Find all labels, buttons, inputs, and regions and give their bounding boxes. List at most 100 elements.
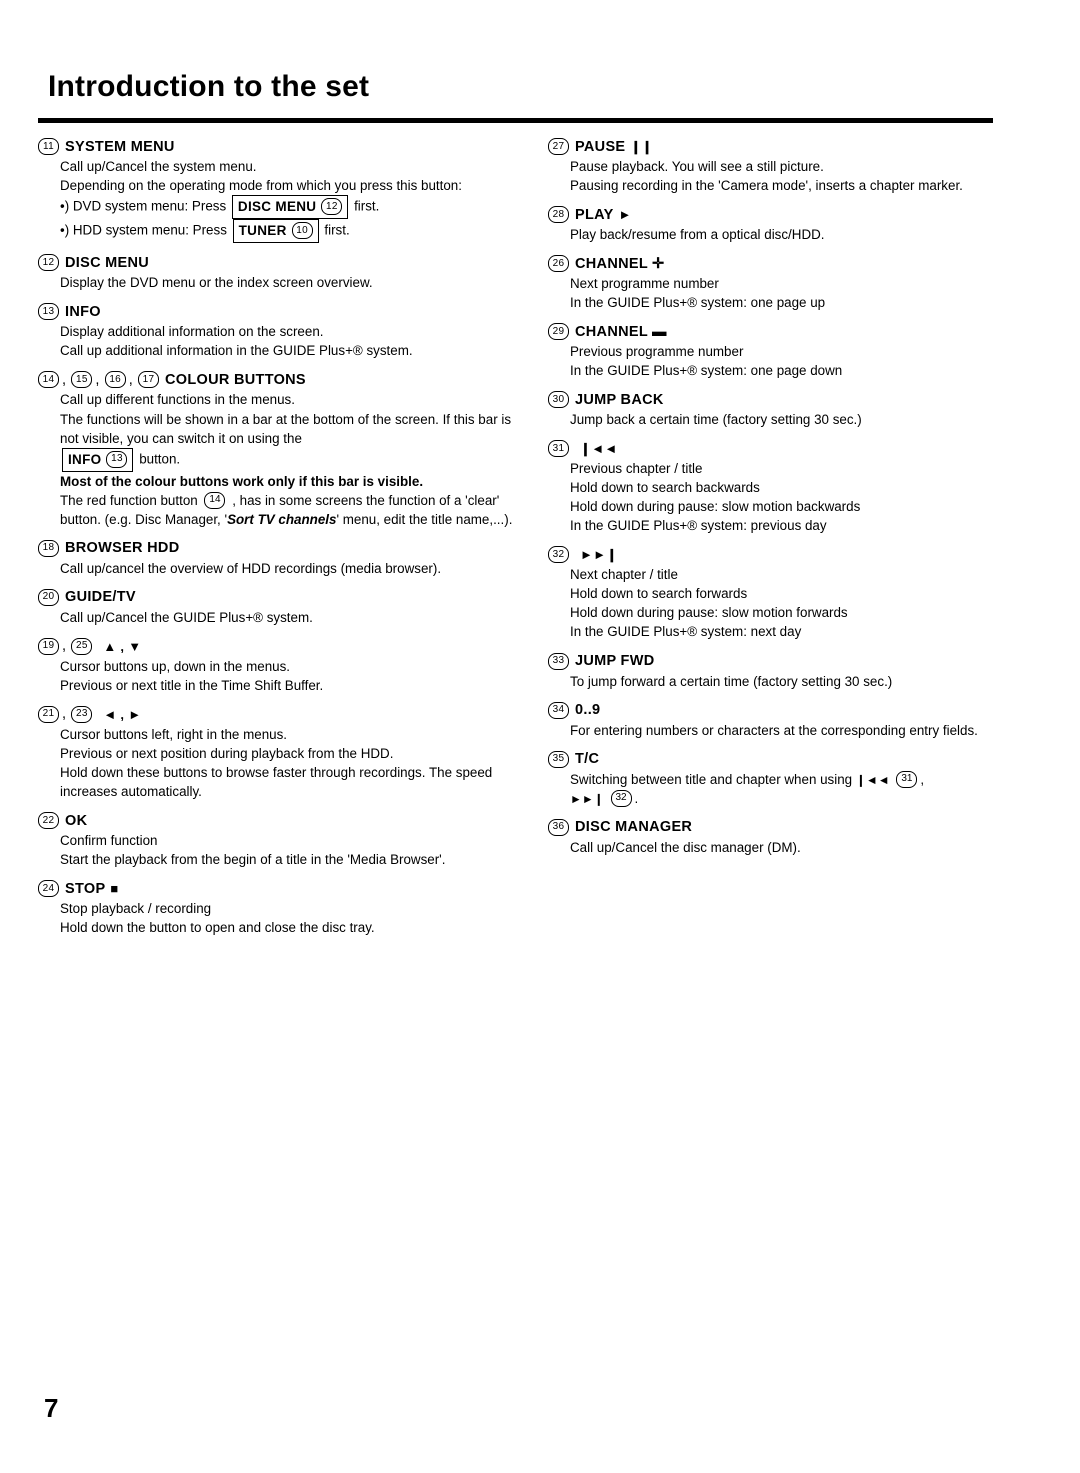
skip-forward-icon: ►►❙	[570, 791, 604, 806]
body-line: Call up/Cancel the GUIDE Plus+® system.	[60, 609, 313, 625]
body-line: Hold down during pause: slow motion back…	[570, 499, 861, 515]
bullet-suffix: first.	[354, 198, 380, 214]
content-columns: 11 SYSTEM MENU Call up/Cancel the system…	[38, 138, 1038, 948]
arrow-up-down-icon: ▲ , ▼	[103, 638, 142, 654]
separator: ,	[95, 371, 100, 388]
body-line: Cursor buttons up, down in the menus.	[60, 658, 291, 674]
entry-label: PAUSE	[575, 138, 626, 155]
entry-body: To jump forward a certain time (factory …	[548, 672, 1026, 691]
body-line: Display additional information on the sc…	[60, 324, 324, 340]
callout-number: 32	[610, 789, 632, 807]
entry-label: STOP	[65, 880, 106, 897]
entry-heading: 21 , 23 ◄ , ►	[38, 705, 516, 723]
body-line: Stop playback / recording	[60, 901, 212, 917]
body-line: The functions will be shown in a bar at …	[60, 411, 512, 446]
entry-heading: 30 JUMP BACK	[548, 391, 1026, 409]
separator: ,	[128, 371, 134, 388]
entry-disc-menu: 12 DISC MENU Display the DVD menu or the…	[38, 254, 516, 292]
body-line: Hold down these buttons to browse faster…	[60, 765, 493, 800]
entry-label: DISC MANAGER	[575, 819, 693, 836]
entry-label: DISC MENU	[65, 254, 150, 271]
entry-channel-minus: 29 CHANNEL ▬ Previous programme number I…	[548, 323, 1026, 380]
bullet-prefix: •) DVD system menu: Press	[60, 198, 227, 214]
entry-colour-buttons: 14 , 15 , 16 , 17 COLOUR BUTTONS Call up…	[38, 371, 516, 528]
body-line: Call up/Cancel the disc manager (DM).	[570, 839, 801, 855]
keycap-label: DISC MENU	[237, 199, 317, 215]
entry-heading: 13 INFO	[38, 303, 516, 321]
bullet-line-hdd: •) HDD system menu: Press TUNER 10 first…	[60, 219, 516, 244]
document-page: Introduction to the set 11 SYSTEM MENU C…	[0, 0, 1080, 1473]
callout-number: 21	[38, 705, 59, 723]
entry-next-chapter: 32 ►►❙ Next chapter / title Hold down to…	[548, 546, 1026, 641]
entry-channel-plus: 26 CHANNEL ✛ Next programme number In th…	[548, 255, 1026, 312]
body-line: Pausing recording in the 'Camera mode', …	[570, 178, 963, 194]
entry-heading: 19 , 25 ▲ , ▼	[38, 637, 516, 655]
entry-heading: 34 0..9	[548, 701, 1026, 719]
entry-play: 28 PLAY ► Play back/resume from a optica…	[548, 206, 1026, 244]
callout-number: 36	[548, 818, 569, 836]
entry-body: Cursor buttons left, right in the menus.…	[38, 725, 516, 801]
callout-number: 28	[548, 206, 569, 224]
callout-number: 12	[38, 254, 59, 272]
keycap-info: INFO 13	[62, 447, 134, 472]
stop-icon: ■	[110, 881, 119, 897]
entry-label: BROWSER HDD	[65, 540, 180, 557]
entry-body: Next programme number In the GUIDE Plus+…	[548, 274, 1026, 312]
entry-previous-chapter: 31 ❙◄◄ Previous chapter / title Hold dow…	[548, 440, 1026, 535]
body-line: For entering numbers or characters at th…	[570, 722, 978, 738]
entry-body: Display the DVD menu or the index screen…	[38, 273, 516, 292]
keycap-label: TUNER	[238, 223, 287, 239]
body-line: Play back/resume from a optical disc/HDD…	[570, 227, 825, 243]
body-line: Hold down to search backwards	[570, 480, 760, 496]
entry-label: OK	[65, 812, 88, 829]
entry-heading: 12 DISC MENU	[38, 254, 516, 272]
callout-number: 13	[38, 303, 59, 321]
callout-number: 14	[38, 371, 59, 389]
entry-heading: 20 GUIDE/TV	[38, 588, 516, 606]
body-line: Call up additional information in the GU…	[60, 343, 413, 359]
separator: ,	[62, 638, 67, 655]
callout-number: 20	[38, 588, 59, 606]
body-line-bold: Most of the colour buttons work only if …	[60, 473, 424, 489]
body-line: Jump back a certain time (factory settin…	[570, 412, 862, 428]
skip-backward-icon: ❙◄◄	[580, 440, 618, 456]
entry-label: 0..9	[575, 702, 601, 719]
entry-heading: 35 T/C	[548, 750, 1026, 768]
entry-label: COLOUR BUTTONS	[165, 371, 306, 388]
menu-name: Sort TV channels	[227, 511, 337, 527]
entry-body: Pause playback. You will see a still pic…	[548, 157, 1026, 195]
callout-number: 24	[38, 880, 59, 898]
entry-body: Next chapter / title Hold down to search…	[548, 565, 1026, 641]
callout-number: 31	[548, 440, 569, 458]
callout-number: 32	[548, 546, 569, 564]
body-line: Previous chapter / title	[570, 461, 703, 477]
body-line: Cursor buttons left, right in the menus.	[60, 726, 288, 742]
body-line: Hold down during pause: slow motion forw…	[570, 605, 848, 621]
title-divider	[38, 118, 993, 123]
callout-number: 25	[71, 637, 93, 655]
entry-label: GUIDE/TV	[65, 589, 136, 606]
entry-label: T/C	[575, 751, 600, 768]
bullet-suffix: first.	[324, 222, 350, 238]
entry-stop: 24 STOP ■ Stop playback / recording Hold…	[38, 880, 516, 937]
entry-cursor-up-down: 19 , 25 ▲ , ▼ Cursor buttons up, down in…	[38, 637, 516, 695]
tc-period: .	[634, 790, 639, 806]
entry-body: Confirm function Start the playback from…	[38, 831, 516, 869]
bullet-prefix: •) HDD system menu: Press	[60, 222, 227, 238]
entry-body: Jump back a certain time (factory settin…	[548, 410, 1026, 429]
entry-body: Play back/resume from a optical disc/HDD…	[548, 225, 1026, 244]
entry-heading: 14 , 15 , 16 , 17 COLOUR BUTTONS	[38, 371, 516, 389]
red-line-c: ' menu, edit the title name,...).	[336, 511, 513, 527]
callout-number: 17	[138, 371, 160, 389]
play-icon: ►	[618, 207, 632, 223]
entry-body: Stop playback / recording Hold down the …	[38, 899, 516, 937]
separator: ,	[62, 706, 67, 723]
body-line: In the GUIDE Plus+® system: previous day	[570, 518, 827, 534]
callout-number: 19	[38, 637, 59, 655]
body-line: In the GUIDE Plus+® system: one page dow…	[570, 363, 843, 379]
skip-backward-icon: ❙◄◄	[855, 772, 890, 787]
body-line: Call up different functions in the menus…	[60, 392, 295, 408]
entry-info: 13 INFO Display additional information o…	[38, 303, 516, 360]
callout-number: 12	[321, 198, 343, 216]
entry-heading: 36 DISC MANAGER	[548, 818, 1026, 836]
